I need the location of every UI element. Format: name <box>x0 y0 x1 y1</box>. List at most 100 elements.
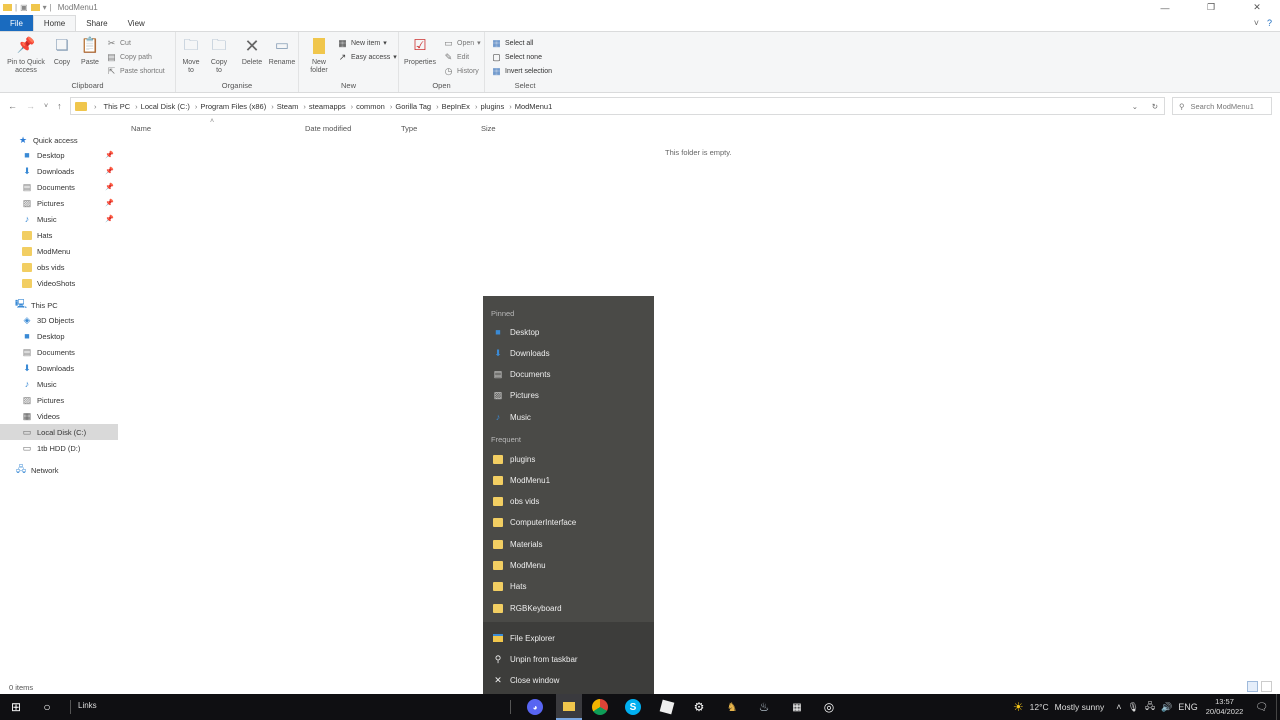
chevron-down-icon[interactable]: ⌄ <box>1132 102 1138 111</box>
breadcrumb-item[interactable]: BepInEx <box>442 102 470 111</box>
tab-view[interactable]: View <box>118 15 155 31</box>
network-icon[interactable]: 🖧 <box>1145 699 1155 715</box>
nav-item[interactable]: VideoShots <box>0 275 118 291</box>
microphone-icon[interactable]: 🎙 <box>1128 702 1139 713</box>
move-to-button[interactable]: 🗀 Move to <box>180 36 202 75</box>
jump-frequent-item[interactable]: Hats <box>483 577 654 597</box>
rename-button[interactable]: ▭ Rename <box>268 36 296 67</box>
help-icon[interactable]: ? <box>1267 18 1272 28</box>
file-explorer-taskbar-icon[interactable] <box>556 694 582 720</box>
nav-item[interactable]: ■ Desktop <box>0 328 118 344</box>
large-icons-view-icon[interactable] <box>1261 681 1272 692</box>
nav-item[interactable]: ModMenu <box>0 243 118 259</box>
app-icon[interactable]: ⚙ <box>690 698 708 716</box>
paste-shortcut-button[interactable]: ⇱ Paste shortcut <box>106 65 165 77</box>
breadcrumb-item[interactable]: Steam <box>277 102 299 111</box>
maximize-button[interactable]: ❐ <box>1188 0 1234 15</box>
refresh-icon[interactable]: ↻ <box>1152 102 1158 111</box>
nav-item[interactable]: ⬇ Downloads 📌 <box>0 163 118 179</box>
copy-button[interactable]: ❏ Copy <box>50 36 74 67</box>
copy-path-button[interactable]: ▤ Copy path <box>106 51 152 63</box>
nav-item[interactable]: ▨ Pictures <box>0 392 118 408</box>
pin-quick-access-button[interactable]: 📌 Pin to Quick access <box>4 36 48 75</box>
file-list[interactable]: ˄ Name Date modified Type Size This fold… <box>118 118 1280 680</box>
nav-network[interactable]: 🖧 Network <box>0 462 118 478</box>
nav-item[interactable]: ▤ Documents 📌 <box>0 179 118 195</box>
history-button[interactable]: ◷ History <box>443 65 479 77</box>
discord-icon[interactable]: ◕ <box>527 699 543 715</box>
jump-frequent-item[interactable]: plugins <box>483 449 654 469</box>
chevron-down-icon[interactable]: ˅ <box>1254 18 1259 28</box>
new-item-button[interactable]: ▦ New item ▾ <box>337 37 386 49</box>
new-folder-button[interactable]: New folder <box>305 36 333 75</box>
column-date-modified[interactable]: Date modified <box>305 124 351 133</box>
nav-item[interactable]: obs vids <box>0 259 118 275</box>
close-button[interactable]: ✕ <box>1234 0 1280 15</box>
breadcrumb-item[interactable]: steamapps <box>309 102 346 111</box>
jump-unpin-taskbar[interactable]: ⚲ Unpin from taskbar <box>483 649 654 669</box>
jump-frequent-item[interactable]: ModMenu1 <box>483 470 654 490</box>
recent-locations-icon[interactable]: ˅ <box>44 103 48 110</box>
clock[interactable]: 13:57 20/04/2022 <box>1206 697 1244 717</box>
windows-start-icon[interactable]: ⊞ <box>7 698 25 716</box>
steam-icon[interactable]: ♨ <box>755 698 773 716</box>
game-icon[interactable]: ♞ <box>723 698 741 716</box>
open-button[interactable]: ▭ Open ▾ <box>443 37 480 49</box>
nav-item[interactable]: ▦ Videos <box>0 408 118 424</box>
roblox-icon[interactable] <box>658 698 676 716</box>
breadcrumb-item[interactable]: Program Files (x86) <box>200 102 266 111</box>
invert-selection-button[interactable]: ▦ Invert selection <box>491 65 552 77</box>
skype-icon[interactable]: S <box>625 699 641 715</box>
language-icon[interactable]: ENG <box>1178 702 1198 712</box>
nav-item[interactable]: ▤ Documents <box>0 344 118 360</box>
paste-button[interactable]: 📋 Paste <box>78 36 102 67</box>
weather-temp[interactable]: 12°C <box>1030 702 1049 712</box>
jump-frequent-item[interactable]: RGBKeyboard <box>483 598 654 618</box>
select-none-button[interactable]: ▢ Select none <box>491 51 542 63</box>
nav-quick-access[interactable]: ★ Quick access <box>0 132 118 148</box>
chrome-icon[interactable] <box>592 699 608 715</box>
forward-icon[interactable]: → <box>26 101 35 111</box>
weather-description[interactable]: Mostly sunny <box>1055 702 1105 712</box>
jump-frequent-item[interactable]: ComputerInterface <box>483 513 654 533</box>
app-icon[interactable]: ▦ <box>788 698 806 716</box>
column-name[interactable]: Name <box>131 124 151 133</box>
breadcrumb-item[interactable]: ModMenu1 <box>515 102 553 111</box>
breadcrumb-item[interactable]: Local Disk (C:) <box>141 102 190 111</box>
jump-pinned-item[interactable]: ■ Desktop <box>483 322 654 342</box>
properties-icon[interactable]: ▣ <box>20 3 28 12</box>
notification-icon[interactable]: 🗨 <box>1255 702 1268 713</box>
jump-file-explorer[interactable]: File Explorer <box>483 628 654 648</box>
jump-frequent-item[interactable]: ModMenu <box>483 556 654 576</box>
properties-button[interactable]: ☑ Properties <box>401 36 439 67</box>
minimize-button[interactable]: — <box>1142 0 1188 15</box>
tab-share[interactable]: Share <box>76 15 117 31</box>
new-folder-icon[interactable] <box>30 4 40 11</box>
breadcrumb-item[interactable]: This PC <box>104 102 131 111</box>
edit-button[interactable]: ✎ Edit <box>443 51 469 63</box>
nav-item[interactable]: ♪ Music 📌 <box>0 211 118 227</box>
links-toolbar[interactable]: Links <box>78 701 97 710</box>
nav-item[interactable]: ▨ Pictures 📌 <box>0 195 118 211</box>
volume-icon[interactable]: 🔊 <box>1161 702 1172 713</box>
jump-frequent-item[interactable]: obs vids <box>483 492 654 512</box>
nav-item[interactable]: ♪ Music <box>0 376 118 392</box>
copy-to-button[interactable]: 🗀 Copy to <box>208 36 230 75</box>
tab-file[interactable]: File <box>0 15 33 31</box>
back-icon[interactable]: ← <box>8 101 17 111</box>
jump-pinned-item[interactable]: ♪ Music <box>483 407 654 427</box>
nav-item[interactable]: ◈ 3D Objects <box>0 312 118 328</box>
jump-close-window[interactable]: ✕ Close window <box>483 670 654 690</box>
jump-pinned-item[interactable]: ⬇ Downloads <box>483 343 654 363</box>
chevron-up-icon[interactable]: ˄ <box>1116 702 1121 712</box>
cortana-icon[interactable]: ○ <box>38 698 56 716</box>
jump-pinned-item[interactable]: ▤ Documents <box>483 365 654 385</box>
easy-access-button[interactable]: ↗ Easy access ▾ <box>337 51 397 63</box>
column-size[interactable]: Size <box>481 124 496 133</box>
obs-icon[interactable]: ◎ <box>820 698 838 716</box>
chevron-down-icon[interactable]: ▾ <box>43 3 47 12</box>
nav-item[interactable]: ■ Desktop 📌 <box>0 147 118 163</box>
weather-icon[interactable]: ☀ <box>1013 700 1024 714</box>
column-type[interactable]: Type <box>401 124 417 133</box>
nav-item[interactable]: ▭ 1tb HDD (D:) <box>0 440 118 456</box>
